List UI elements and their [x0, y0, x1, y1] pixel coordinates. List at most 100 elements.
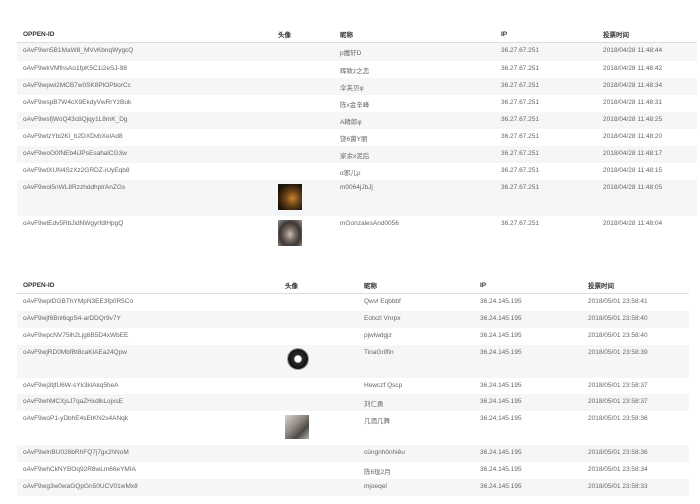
- time-cell: 2018/05/01 23:58:36: [582, 444, 689, 462]
- table-row[interactable]: oAvF9wlnBU026bRhFQ7j7gx2hNoM cûngnhônhiê…: [17, 444, 689, 462]
- openid-cell: oAvF9whMCXjsJ7qaZHxdlkLojxsE: [17, 393, 279, 411]
- ip-cell: 36.24.145.195: [474, 444, 582, 462]
- avatar-cell: [279, 393, 358, 411]
- table-row[interactable]: oAvF9wtXUN4SzXz2GRDZ-iUyEqb8 α邪儿ρ 36.27.…: [17, 163, 697, 180]
- table-row[interactable]: oAvF9wg3w0waGQpGn50UCV01wMx8 mjoeqel 36.…: [17, 478, 689, 496]
- ip-cell: 36.24.145.195: [480, 414, 522, 422]
- table-row[interactable]: oAvF9wpIDGBThYMpN3EE3fp0R5Co Qwvl Eqbbbf…: [17, 294, 689, 311]
- openid-cell: oAvF9wjf6Bnl6qpS4-arDDQr9v7Y: [17, 310, 279, 328]
- nickname-cell: 刘仁勇: [358, 393, 474, 411]
- table-row[interactable]: oAvF9wtzYbi2Kl_b2DXDvbXelAd8 饶6菌Y丽 36.27…: [17, 129, 697, 146]
- time-cell: 2018/05/01 23:58:40: [588, 331, 648, 339]
- table-row[interactable]: oAvF9woP1-yDbhE4sEtKN2s4ANqk 几酒几舞 36.24.…: [17, 411, 689, 445]
- avatar-cell: [272, 42, 334, 61]
- time-cell: 2018/04/28 11:48:05: [597, 179, 697, 216]
- table-row[interactable]: oAvF9wspB7W4cX9EkdyVwRrYzBuk 陈x金辛峰 36.27…: [17, 95, 697, 112]
- ip-cell: 36.24.145.195: [480, 331, 522, 339]
- openid-cell: oAvF9wj3tjfU6W-sYk3klAkq5heA: [23, 381, 119, 389]
- ip-cell: 36.27.67.251: [495, 42, 597, 61]
- avatar-cell: [279, 328, 358, 345]
- time-cell: 2018/04/28 11:48:34: [597, 77, 697, 95]
- avatar-cell: [279, 294, 358, 311]
- openid-cell: oAvF9whCkNYBOq92R8wLm66eYMIA: [23, 465, 136, 473]
- nickname-cell: cûngnhônhiêu: [358, 444, 474, 462]
- table-header-row: OPPEN-ID 头像 昵称 IP 投票时间: [17, 26, 697, 43]
- header-nickname[interactable]: 昵称: [358, 277, 474, 294]
- table-row[interactable]: oAvF9whCkNYBOq92R8wLm66eYMIA 陈6珑2月 36.24…: [17, 462, 689, 479]
- nickname-cell: Hewczf Qscp: [364, 381, 403, 389]
- openid-cell: oAvF9wkVMfnsAo1fpK5C1i2eSJ-98: [23, 64, 127, 72]
- openid-cell: oAvF9wg3w0waGQpGn50UCV01wMx8: [17, 478, 279, 496]
- avatar-cell: [279, 478, 358, 496]
- ip-cell: 36.27.67.251: [495, 77, 597, 95]
- time-cell: 2018/05/01 23:58:36: [588, 414, 648, 422]
- time-cell: 2018/04/28 11:48:17: [597, 145, 697, 163]
- time-cell: 2018/04/28 11:48:31: [603, 98, 663, 106]
- nickname-cell: 辉致z之恋: [340, 67, 370, 75]
- time-cell: 2018/05/01 23:58:39: [582, 344, 689, 378]
- vote-records-table-2: OPPEN-ID 头像 昵称 IP 投票时间 oAvF9wpIDGBThYMpN…: [17, 277, 689, 496]
- table-row[interactable]: oAvF9wtEdv5RbJidNWgyrfdlHpgQ mGonzalesAn…: [17, 216, 697, 252]
- vote-records-table-1: OPPEN-ID 头像 昵称 IP 投票时间 oAvF9wn5B1MaW8_MV…: [17, 26, 697, 252]
- table-header-row: OPPEN-ID 头像 昵称 IP 投票时间: [17, 277, 689, 294]
- table-row[interactable]: oAvF9wsfjWoQ43c8Qjqy1L8mK_Dg A精郎φ 36.27.…: [17, 111, 697, 129]
- time-cell: 2018/05/01 23:58:37: [588, 381, 648, 389]
- openid-cell: oAvF9wspB7W4cX9EkdyVwRrYzBuk: [23, 98, 132, 106]
- header-avatar[interactable]: 头像: [279, 277, 358, 294]
- openid-cell: oAvF9wlnBU026bRhFQ7j7gx2hNoM: [17, 444, 279, 462]
- openid-cell: oAvF9woG0fNEb4iJPsEsahalCG3w: [17, 145, 272, 163]
- ip-cell: 36.24.145.195: [474, 393, 582, 411]
- time-cell: 2018/04/28 11:48:44: [597, 42, 697, 61]
- nickname-cell: Eotxzl Vnrpx: [358, 310, 474, 328]
- nickname-cell: mGonzalesAnd0056: [340, 219, 399, 227]
- nickname-cell: pjwlwdgjz: [364, 331, 392, 339]
- avatar-cell: [272, 95, 334, 112]
- avatar-cell: [279, 411, 358, 445]
- ip-cell: 36.24.145.195: [474, 310, 582, 328]
- openid-cell: oAvF9wpIDGBThYMpN3EE3fp0R5Co: [23, 298, 134, 305]
- table-row[interactable]: oAvF9whMCXjsJ7qaZHxdlkLojxsE 刘仁勇 36.24.1…: [17, 393, 689, 411]
- openid-cell: oAvF9wn5B1MaW8_MVvKbnqWygcQ: [17, 42, 272, 61]
- header-avatar[interactable]: 头像: [272, 26, 334, 43]
- nickname-cell: 几酒几舞: [364, 417, 390, 425]
- ip-cell: 36.27.67.251: [495, 111, 597, 129]
- avatar-cell: [272, 145, 334, 163]
- nickname-cell: α邪儿ρ: [340, 169, 361, 177]
- time-cell: 2018/05/01 23:58:41: [588, 298, 648, 305]
- header-ip[interactable]: IP: [495, 26, 597, 43]
- nickname-cell: p魔轩D: [334, 42, 495, 61]
- table-row[interactable]: oAvF9wkVMfnsAo1fpK5C1i2eSJ-98 辉致z之恋 36.2…: [17, 61, 697, 78]
- header-openid[interactable]: OPPEN-ID: [17, 277, 279, 294]
- header-nickname[interactable]: 昵称: [334, 26, 495, 43]
- table-row[interactable]: oAvF9wn5B1MaW8_MVvKbnqWygcQ p魔轩D 36.27.6…: [17, 42, 697, 61]
- header-time[interactable]: 投票时间: [597, 26, 697, 43]
- time-cell: 2018/05/01 23:58:37: [582, 393, 689, 411]
- ip-cell: 36.24.145.195: [480, 381, 522, 389]
- openid-cell: oAvF9wpcNV75lh2Ljg8B5D4xWbEE: [23, 331, 129, 339]
- avatar-cell: [272, 77, 334, 95]
- time-cell: 2018/04/28 11:48:20: [603, 132, 663, 140]
- nickname-cell: 陈x金辛峰: [340, 101, 370, 109]
- nickname-cell: TinaGriffin: [358, 344, 474, 378]
- header-openid[interactable]: OPPEN-ID: [17, 26, 272, 43]
- table-row[interactable]: oAvF9wpcNV75lh2Ljg8B5D4xWbEE pjwlwdgjz 3…: [17, 328, 689, 345]
- openid-cell: oAvF9wsfjWoQ43c8Qjqy1L8mK_Dg: [17, 111, 272, 129]
- avatar-cell: [279, 378, 358, 394]
- table-row[interactable]: oAvF9woG0fNEb4iJPsEsahalCG3w 家余x泥后 36.27…: [17, 145, 697, 163]
- table-row[interactable]: oAvF9wj3tjfU6W-sYk3klAkq5heA Hewczf Qscp…: [17, 378, 689, 394]
- table-row[interactable]: oAvF9wpwi2MCB7w0SK8PlOPborCc 伞夹贝φ 36.27.…: [17, 77, 697, 95]
- avatar-cell: [272, 179, 334, 216]
- header-ip[interactable]: IP: [474, 277, 582, 294]
- nickname-cell: m0064jJbJj: [334, 179, 495, 216]
- avatar-cell: [279, 344, 358, 378]
- time-cell: 2018/05/01 23:58:40: [582, 310, 689, 328]
- table-row[interactable]: oAvF9wjf6Bnl6qpS4-arDDQr9v7Y Eotxzl Vnrp…: [17, 310, 689, 328]
- nickname-cell: 陈6珑2月: [364, 468, 391, 476]
- ip-cell: 36.27.67.251: [495, 145, 597, 163]
- ip-cell: 36.27.67.251: [501, 166, 539, 174]
- table-row[interactable]: oAvF9wjRD0MbfBt8caKlAEa24Qpw TinaGriffin…: [17, 344, 689, 378]
- table-row[interactable]: oAvF9wol5nWL8RzzhddhplrAnZGs m0064jJbJj …: [17, 179, 697, 216]
- nickname-cell: 饶6菌Y丽: [340, 135, 368, 143]
- header-time[interactable]: 投票时间: [582, 277, 689, 294]
- circle-avatar-icon: [285, 347, 311, 371]
